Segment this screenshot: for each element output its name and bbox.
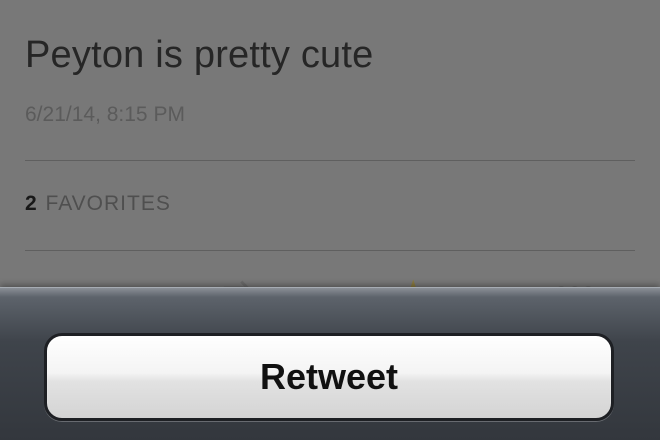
divider [25,160,635,161]
divider [25,250,635,251]
screen: Peyton is pretty cute 6/21/14, 8:15 PM 2… [0,0,660,440]
retweet-button[interactable]: Retweet [44,333,614,421]
favorites-label: FAVORITES [45,192,171,215]
tweet-timestamp: 6/21/14, 8:15 PM [25,103,185,126]
favorites-count: 2 [25,192,37,215]
favorites-stat[interactable]: 2 FAVORITES [25,192,171,216]
action-sheet: Retweet [0,287,660,440]
tweet-text: Peyton is pretty cute [25,34,374,76]
